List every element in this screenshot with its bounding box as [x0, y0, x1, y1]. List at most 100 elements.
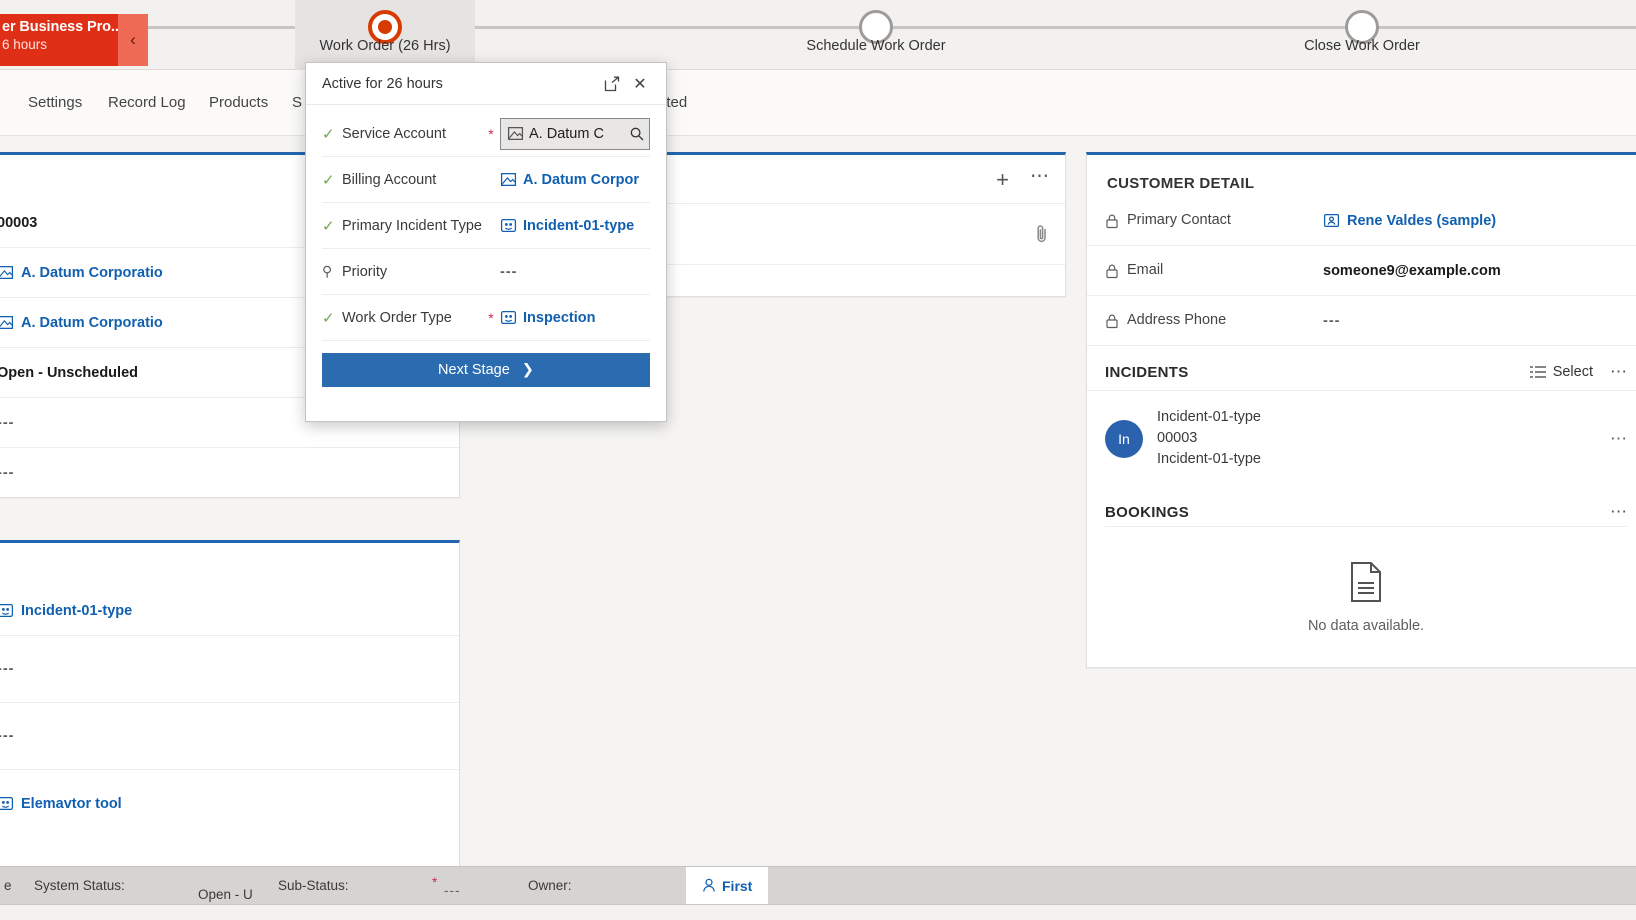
flyout-field-service-account: ✓ Service Account * A. Datum C [322, 111, 650, 157]
field-label-text: Email [1127, 261, 1164, 278]
flyout-field-priority: ⚲ Priority --- [322, 249, 650, 295]
chevron-right-icon: ❯ [521, 362, 534, 378]
field-label: Primary Contact [1105, 211, 1295, 231]
incidents-title: INCIDENTS [1105, 363, 1189, 381]
incident-item-line3: Incident-01-type [1157, 451, 1261, 468]
field-value[interactable]: A. Datum Corporatio [0, 314, 163, 331]
field-value[interactable]: --- [0, 415, 15, 431]
field-label: Work Order Type [342, 309, 452, 326]
lock-icon [1106, 264, 1118, 278]
business-process-flow-bar: Work Order (26 Hrs) Schedule Work Order … [0, 0, 1636, 70]
required-marker: * [488, 125, 494, 142]
service-account-lookup-input[interactable]: A. Datum C [500, 117, 650, 150]
footer-system-status-label: System Status: [34, 878, 125, 893]
lock-icon [1106, 214, 1118, 228]
footer-substatus-required: * [432, 875, 438, 890]
field-value[interactable]: Open - Unscheduled [0, 365, 138, 381]
field-label: Billing Account [342, 171, 437, 188]
check-icon: ✓ [322, 125, 335, 143]
bpf-collapse-button[interactable]: ‹ [118, 14, 148, 66]
flyout-field-primary-incident-type: ✓ Primary Incident Type Incident-01-type [322, 203, 650, 249]
bookings-empty-message: No data available. [1307, 618, 1425, 635]
incident-item-more-icon[interactable]: ⋯ [1610, 429, 1627, 449]
field-value[interactable]: Elemavtor tool [0, 795, 122, 812]
bookings-title: BOOKINGS [1105, 503, 1190, 521]
footer-system-status-value[interactable]: Open - U [198, 887, 253, 902]
bpf-stage-schedule-work-order[interactable]: Schedule Work Order [786, 0, 966, 70]
field-value[interactable]: --- [0, 661, 15, 677]
field-value[interactable]: --- [500, 264, 650, 280]
field-value[interactable]: someone9@example.com [1323, 263, 1501, 279]
key-icon: ⚲ [322, 263, 333, 279]
bpf-stage-work-order[interactable]: Work Order (26 Hrs) [295, 0, 475, 70]
bookings-more-icon[interactable]: ⋯ [1593, 502, 1627, 522]
tab-settings[interactable]: Settings [28, 94, 82, 111]
field-label: Primary Incident Type [342, 217, 482, 234]
field-primary-incident-customer-asset: nary Incident tomer Asset Elemavtor tool [0, 770, 459, 837]
footer-left-fragment: e [4, 878, 12, 893]
close-icon[interactable]: ✕ [626, 70, 654, 98]
field-value[interactable]: 00003 [0, 215, 37, 231]
field-value[interactable]: --- [1323, 313, 1341, 329]
field-value-text: Rene Valdes (sample) [1347, 212, 1497, 229]
field-value[interactable]: Inspection [500, 309, 650, 326]
person-icon [703, 878, 715, 892]
document-icon [1351, 562, 1381, 603]
account-icon [500, 173, 517, 186]
app-root: Work Order (26 Hrs) Schedule Work Order … [0, 0, 1636, 920]
flyout-title: Active for 26 hours [322, 75, 443, 92]
incident-list-item[interactable]: In Incident-01-type 00003 Incident-01-ty… [1087, 391, 1636, 486]
incident-item-line2: 00003 [1157, 430, 1198, 447]
field-value-text: Incident-01-type [21, 602, 133, 619]
field-value[interactable]: A. Datum C [500, 117, 650, 150]
footer-substatus-value[interactable]: --- [444, 883, 461, 898]
incidents-more-icon[interactable]: ⋯ [1593, 362, 1627, 382]
bpf-stage-label: Close Work Order [1304, 38, 1420, 54]
add-record-icon[interactable]: + [996, 169, 1009, 191]
footer-substatus-label: Sub-Status: [278, 878, 349, 893]
field-value-text: A. Datum Corpor [523, 171, 639, 188]
footer-edge [0, 904, 1636, 920]
expand-icon-glyph [604, 76, 620, 91]
tab-services[interactable]: S [292, 94, 302, 111]
field-value[interactable]: A. Datum Corpor [500, 171, 650, 188]
next-stage-label: Next Stage [438, 362, 510, 378]
incident-icon [0, 797, 14, 810]
field-primary-incident-type: nary Incident Type Incident-01-type [0, 586, 459, 636]
field-value[interactable]: --- [0, 465, 15, 481]
contact-icon [1323, 214, 1340, 227]
field-value[interactable]: --- [0, 728, 15, 744]
flyout-header: Active for 26 hours ✕ [306, 63, 666, 105]
field-value[interactable]: Incident-01-type [500, 217, 650, 234]
check-icon: ✓ [322, 217, 335, 235]
bpf-stage-close-work-order[interactable]: Close Work Order [1272, 0, 1452, 70]
avatar: In [1105, 419, 1143, 458]
footer-owner-label: Owner: [528, 878, 572, 893]
field-work-order-summary: k Order Summary --- [0, 448, 459, 498]
incident-icon [500, 219, 517, 232]
field-value[interactable]: A. Datum Corporatio [0, 264, 163, 281]
field-label: Service Account [342, 125, 446, 142]
customer-detail-title: CUSTOMER DETAIL [1107, 175, 1255, 192]
incidents-select-button[interactable]: Select [1529, 364, 1593, 380]
next-stage-button[interactable]: Next Stage ❯ [322, 353, 650, 387]
tab-record-log[interactable]: Record Log [108, 94, 186, 111]
bpf-stage-label: Work Order (26 Hrs) [319, 38, 451, 54]
incident-icon [500, 311, 517, 324]
footer-owner-chip[interactable]: First [686, 866, 769, 905]
attachment-icon[interactable] [1035, 224, 1049, 244]
field-value[interactable]: Incident-01-type [0, 602, 132, 619]
expand-icon[interactable] [598, 70, 626, 98]
field-label-text: Address Phone [1127, 311, 1227, 328]
list-select-icon [1529, 366, 1546, 378]
field-value-text: A. Datum Corporatio [21, 314, 163, 331]
timeline-more-icon[interactable]: ⋯ [1030, 167, 1049, 186]
bookings-section-header: BOOKINGS ⋯ [1087, 486, 1636, 526]
search-icon[interactable] [629, 126, 645, 142]
field-value-text: Inspection [523, 309, 596, 326]
flyout-body: ✓ Service Account * A. Datum C ✓ Billing… [306, 105, 666, 387]
primary-incident-card-title: ARY INCIDENT [0, 543, 459, 586]
tab-products[interactable]: Products [209, 94, 268, 111]
field-value[interactable]: Rene Valdes (sample) [1323, 212, 1496, 229]
account-icon [507, 127, 524, 140]
